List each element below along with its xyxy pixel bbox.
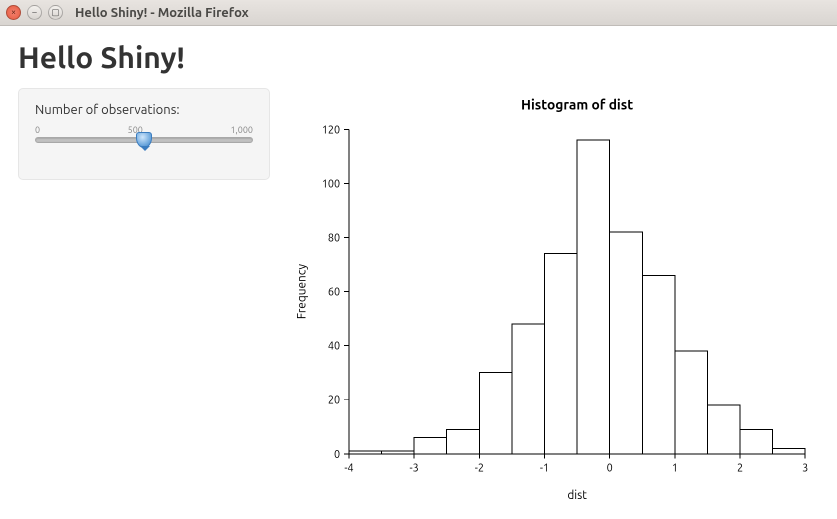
slider-track: [35, 137, 253, 143]
svg-text:40: 40: [328, 341, 340, 353]
svg-text:20: 20: [328, 395, 340, 407]
page-title: Hello Shiny!: [18, 40, 819, 74]
window-minimize-button[interactable]: –: [27, 5, 42, 20]
histogram-plot: Histogram of dist -4 -3 -2 -1 0 1 2 3 0 20 40 60 80 10…: [288, 88, 819, 515]
svg-text:0: 0: [607, 463, 613, 475]
plot-svg: Histogram of dist -4 -3 -2 -1 0 1 2 3 0 20 40 60 80 10…: [288, 88, 819, 515]
svg-text:Histogram of dist: Histogram of dist: [521, 97, 633, 113]
svg-text:-3: -3: [410, 463, 419, 475]
sidebar-panel: Number of observations: 0 500 1,000: [18, 88, 270, 180]
maximize-icon: ▢: [51, 8, 60, 17]
svg-text:60: 60: [328, 287, 340, 299]
close-icon: ×: [11, 8, 16, 17]
window-title: Hello Shiny! - Mozilla Firefox: [75, 6, 249, 20]
svg-text:-4: -4: [344, 463, 353, 475]
slider-max-label: 1,000: [230, 125, 253, 135]
window-maximize-button[interactable]: ▢: [48, 5, 63, 20]
svg-text:3: 3: [802, 463, 808, 475]
svg-text:dist: dist: [567, 489, 587, 502]
svg-text:2: 2: [737, 463, 743, 475]
slider-min-label: 0: [35, 125, 40, 135]
content-row: Number of observations: 0 500 1,000 Hist…: [18, 88, 819, 515]
slider-handle[interactable]: [136, 132, 152, 148]
svg-text:Frequency: Frequency: [296, 264, 309, 319]
page-body: Hello Shiny! Number of observations: 0 5…: [0, 26, 837, 503]
svg-text:-1: -1: [540, 463, 549, 475]
svg-text:80: 80: [328, 232, 340, 244]
window-close-button[interactable]: ×: [6, 5, 21, 20]
observations-slider[interactable]: [35, 137, 253, 161]
minimize-icon: –: [32, 8, 36, 17]
window-titlebar: × – ▢ Hello Shiny! - Mozilla Firefox: [0, 0, 837, 26]
svg-text:1: 1: [672, 463, 678, 475]
slider-label: Number of observations:: [35, 103, 253, 117]
svg-text:-2: -2: [475, 463, 484, 475]
svg-text:120: 120: [322, 124, 340, 136]
svg-text:100: 100: [322, 178, 340, 190]
svg-text:0: 0: [334, 449, 340, 461]
